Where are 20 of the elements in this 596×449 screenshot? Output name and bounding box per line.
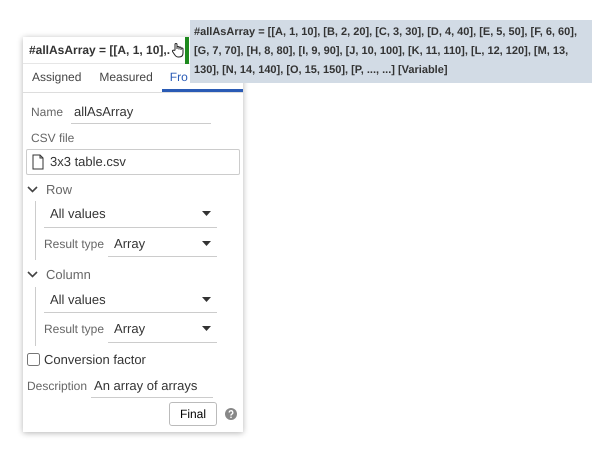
result-type-dropdown[interactable]: Array [108,316,217,342]
section-title[interactable]: Column [46,265,91,284]
panel-title: #allAsArray = [[A, 1, 10],. [29,42,170,59]
value-dropdown[interactable]: All values [44,286,217,313]
final-button[interactable]: Final [168,402,217,426]
csv-file-label: CSV file [30,130,76,146]
value-dropdown[interactable]: All values [44,201,217,228]
section-title[interactable]: Row [46,180,72,199]
tab[interactable]: Measured [90,64,162,92]
variable-tooltip: #allAsArray = [[A, 1, 10], [B, 2, 20], [C, 3, 30], [D, 4, 40], [E, 5, 50], [F, 6, 60], [G, 7, 70], [H, 8, 80], [I, 9, 90], [J, 10, 100], [K, 11, 110], [L, 12, 120], [M, 13, 130], [N, 14, 140], [O, 15, 150], [P, ..., ...] [Variable] [190,20,592,83]
csv-file-field[interactable]: 3x3 table.csv [26,148,240,174]
result-type-label: Result type [44,236,104,253]
result-type-label: Result type [44,321,104,338]
description-label: Description [27,378,88,396]
tab[interactable]: Assigned [23,64,90,92]
conversion-factor-label: Conversion factor [44,350,146,368]
name-label: Name [31,104,64,122]
result-type-dropdown[interactable]: Array [108,230,217,257]
description-field[interactable]: An array of arrays [91,375,214,398]
name-field[interactable]: allAsArray [71,101,212,124]
